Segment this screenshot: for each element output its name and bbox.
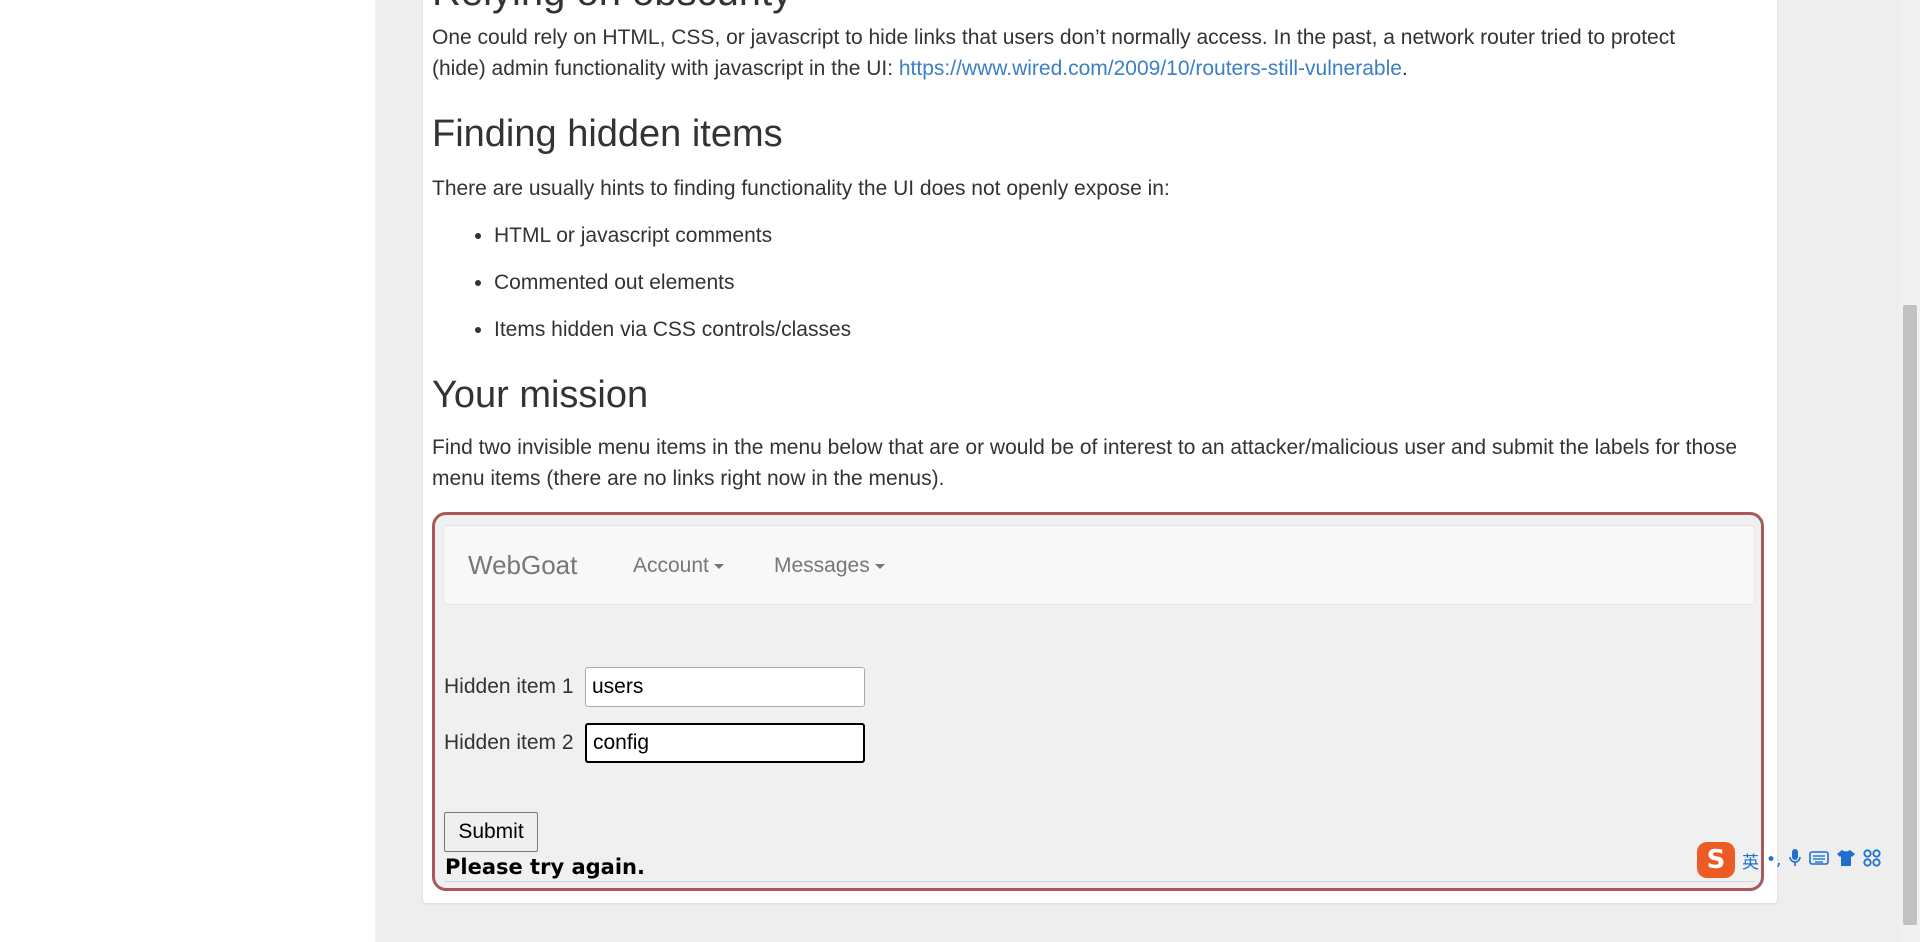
account-menu-label: Account <box>633 554 709 577</box>
skin-icon[interactable] <box>1836 849 1856 872</box>
hidden-item-1-label: Hidden item 1 <box>444 675 574 698</box>
microphone-icon[interactable] <box>1788 848 1802 873</box>
toolbox-icon[interactable] <box>1863 848 1882 872</box>
list-item: HTML or javascript comments <box>494 216 851 263</box>
hidden-item-2-label: Hidden item 2 <box>444 731 574 754</box>
list-item: Items hidden via CSS controls/classes <box>494 310 851 357</box>
lesson-attack-box: WebGoat Account Messages Hidden item 1 H… <box>432 512 1764 891</box>
wired-article-link[interactable]: https://www.wired.com/2009/10/routers-st… <box>899 57 1402 80</box>
language-toggle[interactable]: 英 <box>1742 848 1759 873</box>
list-item: Commented out elements <box>494 263 851 310</box>
navbar: WebGoat Account Messages <box>443 525 1755 605</box>
messages-menu[interactable]: Messages <box>774 554 885 578</box>
left-sidebar <box>0 0 375 942</box>
hidden-item-2-input[interactable] <box>585 723 865 763</box>
feedback-message: Please try again. <box>445 855 1755 882</box>
caret-down-icon <box>874 563 885 569</box>
intro-heading: Relying on obscurity <box>432 0 792 15</box>
messages-menu-label: Messages <box>774 554 870 577</box>
caret-down-icon <box>713 563 724 569</box>
brand-link[interactable]: WebGoat <box>468 550 577 581</box>
mission-heading: Your mission <box>432 374 649 416</box>
intro-text-end: . <box>1401 57 1408 80</box>
punctuation-toggle[interactable]: •, <box>1766 850 1781 870</box>
intro-paragraph: One could rely on HTML, CSS, or javascri… <box>432 22 1732 84</box>
mission-paragraph: Find two invisible menu items in the men… <box>432 436 1738 490</box>
scrollbar-thumb[interactable] <box>1903 305 1917 925</box>
sogou-logo-icon[interactable]: S <box>1697 842 1735 878</box>
finding-paragraph: There are usually hints to finding funct… <box>432 177 1170 200</box>
keyboard-icon[interactable] <box>1809 850 1830 871</box>
account-menu[interactable]: Account <box>633 554 724 578</box>
ime-toolbar: S 英 •, <box>1697 840 1882 880</box>
hints-list: HTML or javascript comments Commented ou… <box>432 216 851 357</box>
hidden-item-1-input[interactable] <box>585 667 865 707</box>
submit-button[interactable]: Submit <box>444 812 538 852</box>
finding-heading: Finding hidden items <box>432 113 783 155</box>
